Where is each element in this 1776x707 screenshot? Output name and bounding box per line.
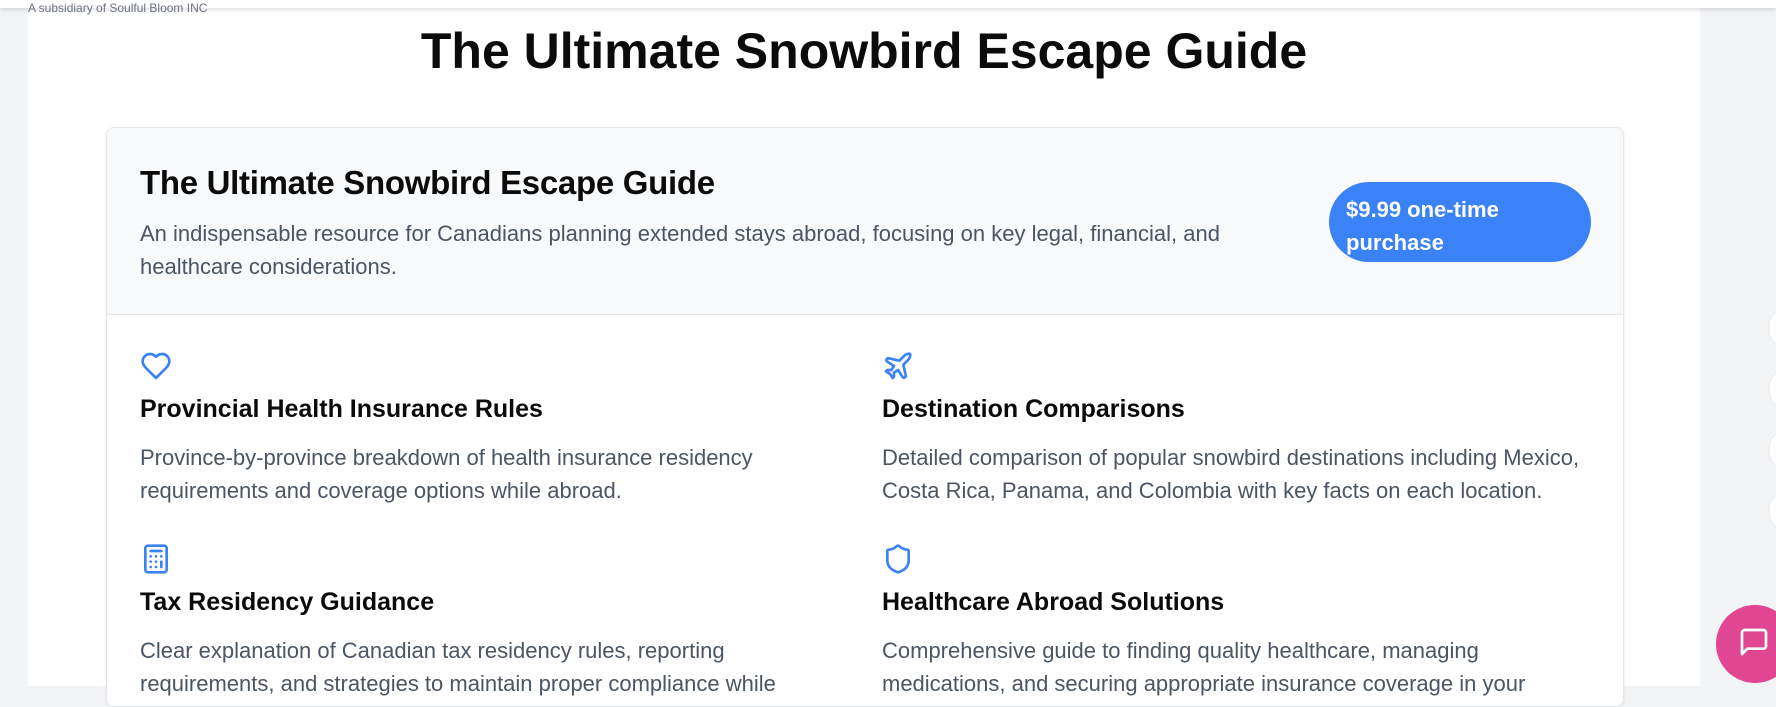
page-title: The Ultimate Snowbird Escape Guide [420,23,1308,79]
subsidiary-text: A subsidiary of Soulful Bloom INC [28,1,208,15]
chat-bubble-icon [1740,628,1768,656]
product-title: The Ultimate Snowbird Escape Guide [140,164,715,201]
feature-title: Provincial Health Insurance Rules [140,395,543,423]
feature-title: Destination Comparisons [882,395,1185,423]
page-container: The Ultimate Snowbird Escape Guide The U… [28,0,1700,707]
price-purchase-button[interactable]: $9.99 one-time purchase [1329,182,1591,262]
plane-icon [882,350,914,382]
feature-description: Clear explanation of Canadian tax reside… [140,638,776,696]
product-card: The Ultimate Snowbird Escape Guide An in… [106,127,1624,707]
shield-icon [882,543,914,575]
product-card-header: The Ultimate Snowbird Escape Guide An in… [107,128,1623,315]
top-bar [0,0,1776,8]
heart-icon [140,350,172,382]
feature-description: Detailed comparison of popular snowbird … [882,445,1580,503]
page-gutter [1700,0,1776,686]
feature-title: Tax Residency Guidance [140,588,435,616]
calculator-icon [140,543,172,575]
feature-description: Comprehensive guide to finding quality h… [882,638,1526,696]
product-description: An indispensable resource for Canadians … [140,221,1220,279]
feature-title: Healthcare Abroad Solutions [882,588,1225,616]
feature-description: Province-by-province breakdown of health… [140,445,753,503]
